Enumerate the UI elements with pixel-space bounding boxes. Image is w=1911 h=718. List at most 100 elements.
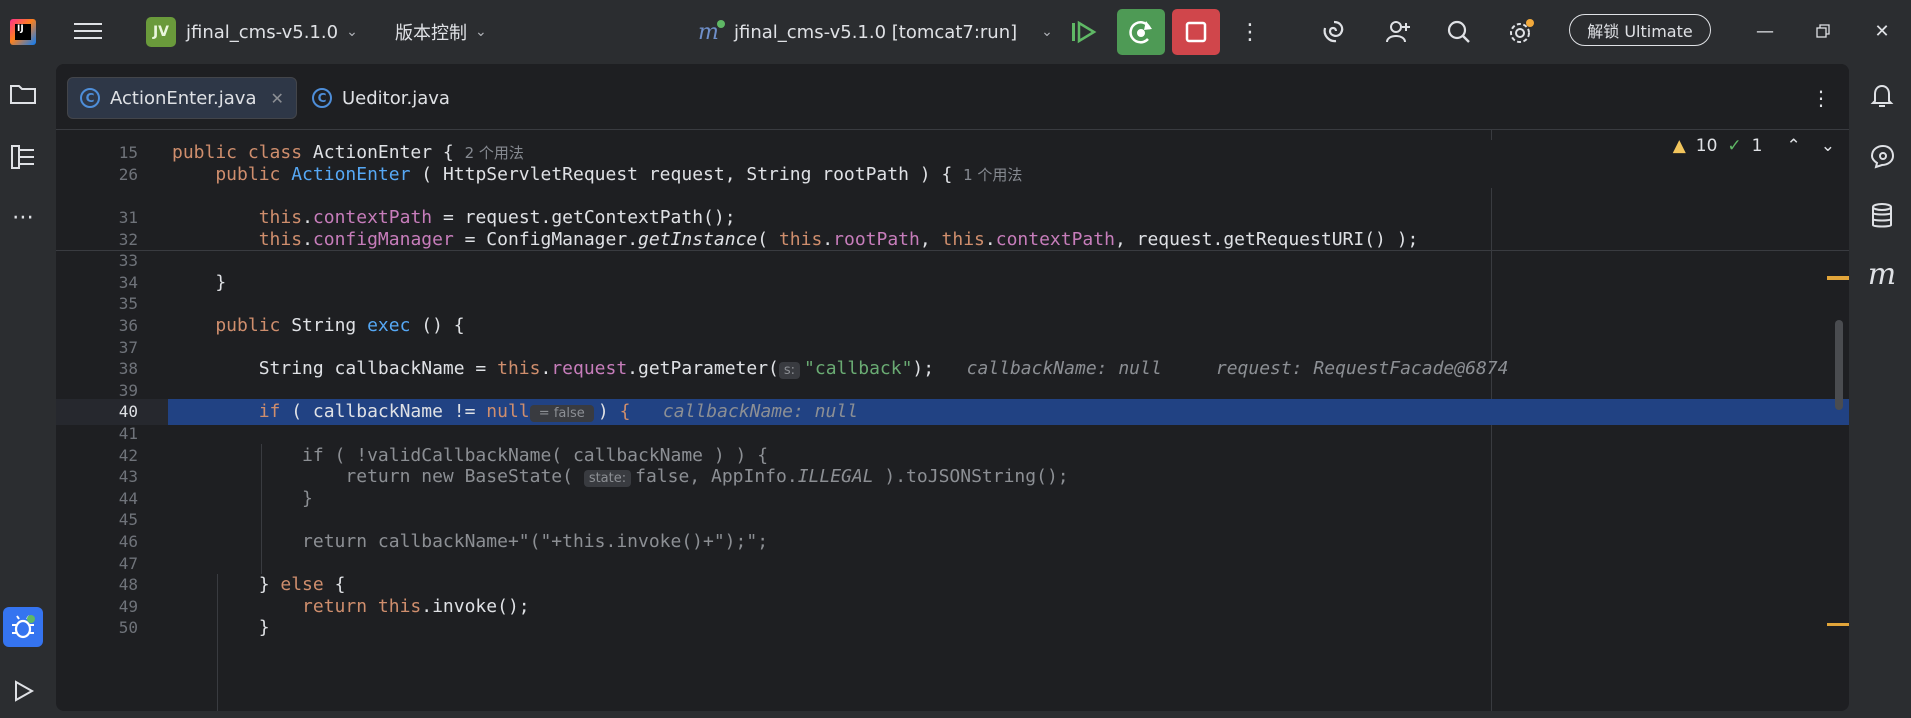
code-token: . (822, 228, 834, 250)
minimize-icon[interactable]: — (1745, 16, 1785, 46)
code-token: if (258, 401, 281, 423)
chevron-down-icon: ⌄ (346, 24, 358, 40)
code-line[interactable]: 26 public ActionEnter ( HttpServletReque… (56, 162, 1849, 188)
more-tools-icon[interactable]: ⋯ (6, 200, 40, 234)
chevron-down-icon: ⌄ (475, 24, 487, 40)
line-number[interactable]: 50 (56, 615, 138, 641)
close-tab-icon[interactable]: ✕ (270, 89, 283, 108)
close-window-icon[interactable]: ✕ (1862, 16, 1902, 46)
notifications-bell-icon[interactable] (1864, 78, 1900, 114)
run-tool-icon[interactable] (6, 674, 40, 708)
code-token: } (172, 617, 270, 639)
project-name: jfinal_cms-v5.1.0 (186, 21, 339, 43)
code-token: return new BaseState( (172, 466, 584, 488)
code-token: ( HttpServletRequest request, String roo… (410, 164, 964, 185)
next-highlight-icon[interactable]: ⌄ (1821, 136, 1835, 156)
inlay-hint: state: (583, 470, 632, 488)
resume-program-icon[interactable] (1066, 14, 1102, 50)
code-token: ( (757, 228, 779, 250)
rerun-icon (1129, 21, 1152, 44)
java-class-icon: C (312, 88, 332, 108)
tab-label: Ueditor.java (342, 87, 450, 109)
title-bar: IJ JV jfinal_cms-v5.1.0 ⌄ 版本控制 ⌄ m jfina… (0, 0, 1911, 64)
code-token: exec (367, 315, 411, 336)
ok-count: 1 (1751, 136, 1763, 156)
code-token: return this (172, 595, 422, 617)
tab-label: ActionEnter.java (110, 87, 257, 109)
code-token: this (778, 228, 823, 250)
code-token: contextPath (995, 228, 1115, 250)
code-area[interactable]: 15 public class ActionEnter { 2 个用法 26 pub… (56, 130, 1849, 711)
debug-value: callbackName: null (662, 401, 858, 423)
code-token: contextPath (312, 207, 433, 228)
warning-count: 10 (1695, 136, 1718, 156)
code-token: } (172, 574, 281, 596)
code-token: = ConfigManager. (453, 228, 639, 250)
code-token: String (291, 315, 368, 336)
previous-highlight-icon[interactable]: ⌃ (1787, 136, 1801, 156)
editor-panel: C ActionEnter.java ✕ C Ueditor.java ⋮ 1 5… (56, 64, 1849, 711)
code-token: public class (172, 142, 313, 163)
code-token: ILLEGAL (797, 466, 874, 488)
unlock-ultimate-button[interactable]: 解锁 Ultimate (1569, 14, 1711, 46)
database-icon[interactable] (1864, 198, 1900, 234)
code-token: .getParameter( (627, 358, 779, 380)
code-token: . (984, 228, 996, 250)
code-token: this (941, 228, 985, 250)
code-token: return callbackName+"("+this.invoke()+")… (172, 531, 769, 552)
code-token: request (551, 358, 628, 380)
code-line[interactable]: 50 } (56, 615, 1849, 641)
code-token: . (302, 207, 313, 228)
stop-button[interactable] (1172, 9, 1220, 55)
search-icon[interactable] (1441, 14, 1477, 50)
svg-text:m: m (698, 20, 719, 45)
main-menu-icon[interactable] (74, 18, 102, 44)
code-token: this (258, 207, 303, 228)
settings-gear-icon[interactable] (1503, 14, 1539, 50)
code-token: public (172, 164, 292, 185)
tab-actionenter-java[interactable]: C ActionEnter.java ✕ (67, 77, 297, 119)
code-token: ).toJSONString(); (873, 466, 1069, 488)
line-number[interactable]: 26 (56, 162, 138, 188)
restore-icon[interactable] (1803, 16, 1843, 46)
code-token: . (540, 358, 552, 380)
java-class-icon: C (80, 88, 100, 108)
code-token: this (497, 358, 541, 380)
tab-ueditor-java[interactable]: C Ueditor.java (300, 77, 462, 119)
project-folder-icon[interactable] (6, 77, 40, 111)
code-token: null (486, 401, 530, 423)
tab-options-icon[interactable]: ⋮ (1811, 86, 1831, 110)
add-user-icon[interactable] (1380, 14, 1416, 50)
inspection-widget[interactable]: ▲ 10 ✓ 1 ⌃ ⌄ (1673, 136, 1835, 156)
debug-tool-icon[interactable] (3, 607, 43, 647)
scroll-marker[interactable] (1827, 623, 1849, 626)
structure-icon[interactable] (6, 140, 40, 174)
more-actions-icon[interactable]: ⋮ (1232, 14, 1268, 50)
code-token: public (172, 315, 292, 336)
code-token: ActionEnter { (312, 142, 465, 163)
maven-tool-icon[interactable]: m (1864, 256, 1900, 292)
stop-icon (1185, 21, 1207, 43)
code-token: "callback" (804, 358, 913, 380)
rerun-debug-button[interactable] (1117, 9, 1165, 55)
intellij-logo-icon[interactable]: IJ (10, 19, 36, 45)
left-tool-strip: ⋯ (0, 64, 46, 718)
code-token: () { (410, 315, 465, 336)
inlay-hint: 1 个用法 (963, 166, 1023, 184)
code-token: configManager (312, 228, 454, 250)
vertical-scrollbar[interactable] (1835, 320, 1843, 410)
inlay-hint: s: (778, 362, 801, 380)
code-token: else (280, 574, 324, 596)
ai-chat-icon[interactable] (1864, 138, 1900, 174)
vcs-menu[interactable]: 版本控制 ⌄ (395, 12, 487, 52)
ai-assistant-icon[interactable] (1316, 14, 1352, 50)
run-config-selector[interactable]: m jfinal_cms-v5.1.0 [tomcat7:run] ⌄ (698, 12, 1053, 52)
project-selector[interactable]: JV jfinal_cms-v5.1.0 ⌄ (146, 12, 358, 52)
code-token: this (258, 228, 303, 250)
scroll-marker[interactable] (1827, 276, 1849, 280)
vcs-menu-label: 版本控制 (395, 23, 467, 44)
